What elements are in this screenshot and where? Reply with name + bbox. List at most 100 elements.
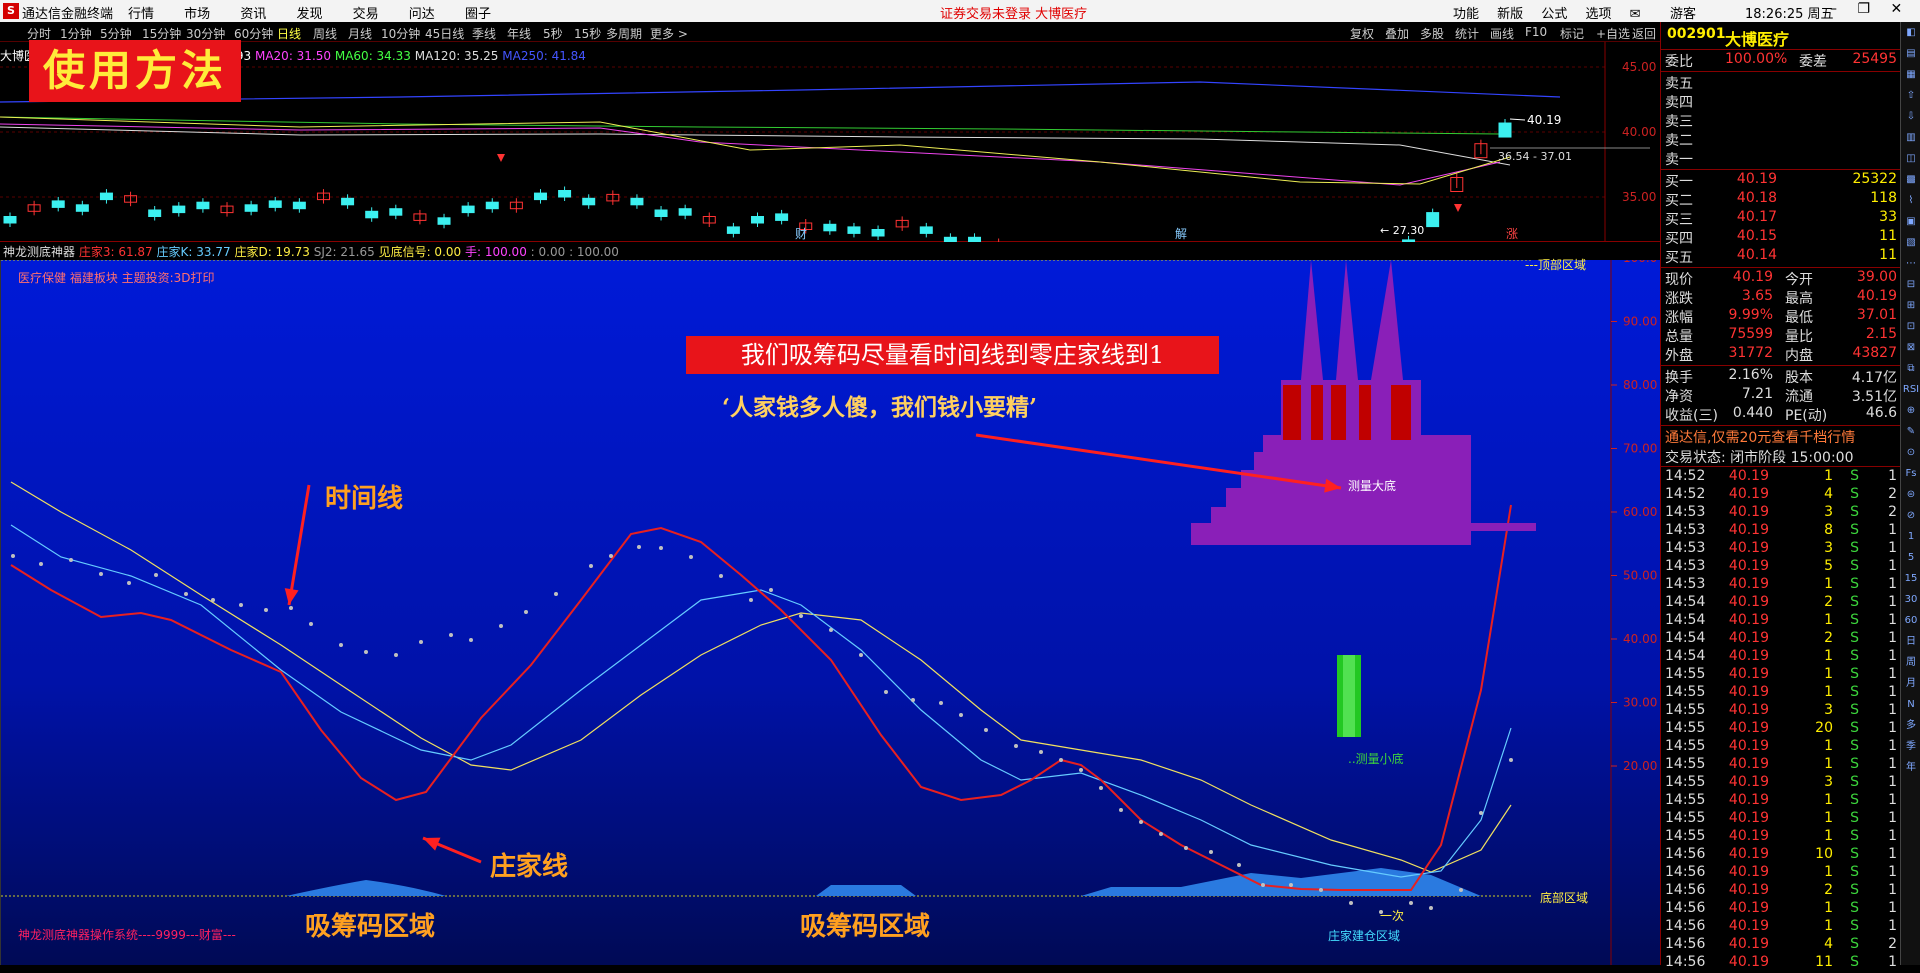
toolbar-tool-icon[interactable]: ⋯	[1902, 254, 1920, 274]
menu-item-jiaoyi[interactable]: 交易	[353, 7, 379, 22]
period-tab[interactable]: 周线	[313, 25, 337, 42]
indicator-name[interactable]: 神龙测底神器	[3, 245, 75, 259]
annotation-quote: ‘人家钱多人傻，我们钱小要精’	[722, 394, 1038, 421]
tick-price: 40.19	[1728, 720, 1769, 736]
toolbar-tool-icon[interactable]: ▣	[1902, 212, 1920, 232]
sj2-dot	[419, 640, 423, 644]
kline-panel[interactable]: 45.0040.0035.0030.0040.1936.54 - 37.01← …	[0, 42, 1660, 242]
buy-level-row: 买一 40.19 25322	[1665, 171, 1897, 190]
toolbar-tool-icon[interactable]: ▤	[1902, 44, 1920, 64]
stat-label: 最高	[1785, 291, 1813, 307]
period-shortcut[interactable]: 年	[1902, 758, 1920, 778]
toolbar-tool-icon[interactable]: 1	[1902, 527, 1920, 547]
toolbar-tool-icon[interactable]: ⊕	[1902, 401, 1920, 421]
buy-level-vol: 25322	[1852, 171, 1897, 187]
toolbar-tool-icon[interactable]: ⊜	[1902, 485, 1920, 505]
toolbar-tool-icon[interactable]: ▩	[1902, 170, 1920, 190]
minimize-icon[interactable]: –	[1830, 1, 1837, 17]
stat-label: 量比	[1785, 329, 1813, 345]
tick-price: 40.19	[1728, 774, 1769, 790]
menu-item-faxian[interactable]: 发现	[296, 7, 322, 22]
toolbar-tool-icon[interactable]: ✎	[1902, 422, 1920, 442]
toolbar-tool-icon[interactable]: ⊡	[1902, 317, 1920, 337]
period-tab[interactable]: 5秒	[543, 25, 563, 42]
tick-row: 14:53 40.19 8 S 1	[1665, 522, 1897, 541]
stat-value: 40.19	[1856, 288, 1897, 304]
toolbar-button[interactable]: +自选	[1596, 25, 1630, 42]
toolbar-button[interactable]: F10	[1525, 25, 1547, 39]
candle-body	[678, 208, 692, 216]
sj2-dot	[364, 650, 368, 654]
period-tab[interactable]: 更多 >	[650, 25, 688, 42]
menu-item-xuanxiang[interactable]: 选项	[1585, 7, 1611, 22]
toolbar-button[interactable]: 画线	[1490, 25, 1514, 42]
toolbar-tool-icon[interactable]: 5	[1902, 548, 1920, 568]
period-shortcut[interactable]: 周	[1902, 653, 1920, 673]
buy-level-row: 买三 40.17 33	[1665, 209, 1897, 228]
menu-item-xinban[interactable]: 新版	[1497, 7, 1523, 22]
tick-side: S	[1850, 936, 1859, 952]
close-icon[interactable]: ✕	[1890, 1, 1902, 17]
toolbar-tool-icon[interactable]: ▦	[1902, 65, 1920, 85]
toolbar-tool-icon[interactable]: 15	[1902, 569, 1920, 589]
period-tab[interactable]: 10分钟	[381, 25, 420, 42]
toolbar-button[interactable]: 复权	[1350, 25, 1374, 42]
login-notice[interactable]: 证券交易未登录 大博医疗	[940, 3, 1087, 22]
toolbar-tool-icon[interactable]: ⊟	[1902, 275, 1920, 295]
period-shortcut[interactable]: 月	[1902, 674, 1920, 694]
menu-item-zixun[interactable]: 资讯	[240, 7, 266, 22]
tick-side: S	[1850, 612, 1859, 628]
toolbar-tool-icon[interactable]: ⇧	[1902, 86, 1920, 106]
tick-volume: 3	[1824, 540, 1833, 556]
period-tab[interactable]: 多周期	[606, 25, 642, 42]
toolbar-button[interactable]: 统计	[1455, 25, 1479, 42]
period-tab[interactable]: 45日线	[425, 25, 464, 42]
toolbar-button[interactable]: 返回	[1632, 25, 1656, 42]
period-shortcut[interactable]: 多	[1902, 716, 1920, 736]
guest-user[interactable]: 游客	[1670, 3, 1696, 22]
candle-body	[1426, 212, 1440, 228]
period-tab[interactable]: 季线	[472, 25, 496, 42]
stat-value: 3.65	[1741, 288, 1773, 304]
kline-chart[interactable]: 45.0040.0035.0030.0040.1936.54 - 37.01← …	[0, 42, 1660, 242]
toolbar-tool-icon[interactable]: ⊙	[1902, 443, 1920, 463]
toolbar-tool-icon[interactable]: ▥	[1902, 128, 1920, 148]
menu-item-quanzi[interactable]: 圈子	[465, 7, 491, 22]
high-leader	[1509, 118, 1526, 121]
toolbar-tool-icon[interactable]: ◫	[1902, 149, 1920, 169]
toolbar-tool-icon[interactable]: ⊠	[1902, 338, 1920, 358]
mail-icon[interactable]: ✉	[1630, 7, 1641, 22]
period-tab[interactable]: 15秒	[574, 25, 601, 42]
toolbar-button[interactable]: 标记	[1560, 25, 1584, 42]
menu-item-gongshi[interactable]: 公式	[1541, 7, 1567, 22]
buy-level-price: 40.14	[1736, 247, 1777, 263]
menu-item-gongneng[interactable]: 功能	[1453, 7, 1479, 22]
period-tab[interactable]: 年线	[507, 25, 531, 42]
menu-item-wenda[interactable]: 问达	[409, 7, 435, 22]
toolbar-tool-icon[interactable]: ▧	[1902, 233, 1920, 253]
tick-row: 14:55 40.19 1 S 1	[1665, 684, 1897, 703]
maximize-icon[interactable]: ❐	[1857, 1, 1870, 17]
y-tick: 30.00	[1623, 696, 1657, 710]
toolbar-tool-icon[interactable]: 60	[1902, 611, 1920, 631]
tick-count: 2	[1888, 486, 1897, 502]
toolbar-tool-icon[interactable]: ⧉	[1902, 359, 1920, 379]
toolbar-tool-icon[interactable]: ◧	[1902, 23, 1920, 43]
period-shortcut[interactable]: 季	[1902, 737, 1920, 757]
toolbar-tool-icon[interactable]: 30	[1902, 590, 1920, 610]
menu-item-hangqing[interactable]: 行情	[128, 7, 154, 22]
menu-item-shichang[interactable]: 市场	[184, 7, 210, 22]
period-shortcut[interactable]: 日	[1902, 632, 1920, 652]
period-shortcut[interactable]: N	[1902, 695, 1920, 715]
stat-label: PE(动)	[1785, 408, 1828, 424]
toolbar-tool-icon[interactable]: ⊘	[1902, 506, 1920, 526]
period-tab[interactable]: 日线	[277, 25, 301, 42]
toolbar-tool-icon[interactable]: Fs	[1902, 464, 1920, 484]
period-tab[interactable]: 月线	[348, 25, 372, 42]
toolbar-tool-icon[interactable]: RSI	[1902, 380, 1920, 400]
toolbar-button[interactable]: 多股	[1420, 25, 1444, 42]
toolbar-tool-icon[interactable]: ⇩	[1902, 107, 1920, 127]
toolbar-button[interactable]: 叠加	[1385, 25, 1409, 42]
toolbar-tool-icon[interactable]: ⌇	[1902, 191, 1920, 211]
toolbar-tool-icon[interactable]: ⊞	[1902, 296, 1920, 316]
